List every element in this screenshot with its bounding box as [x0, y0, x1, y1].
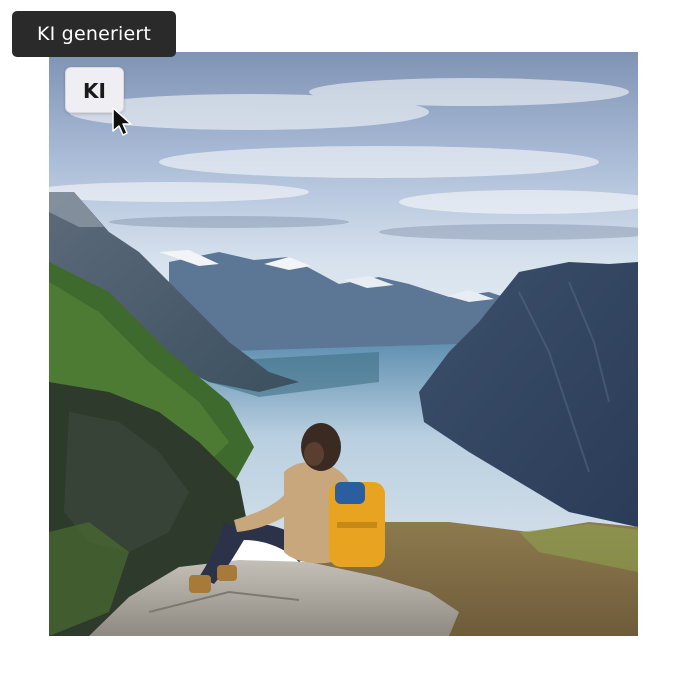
tooltip-text: KI generiert [36, 23, 152, 45]
landscape-photo [49, 52, 638, 636]
ai-generated-tooltip: KI generiert [12, 11, 176, 57]
ai-badge-label: KI [83, 79, 106, 103]
mouse-pointer-icon [112, 107, 134, 141]
